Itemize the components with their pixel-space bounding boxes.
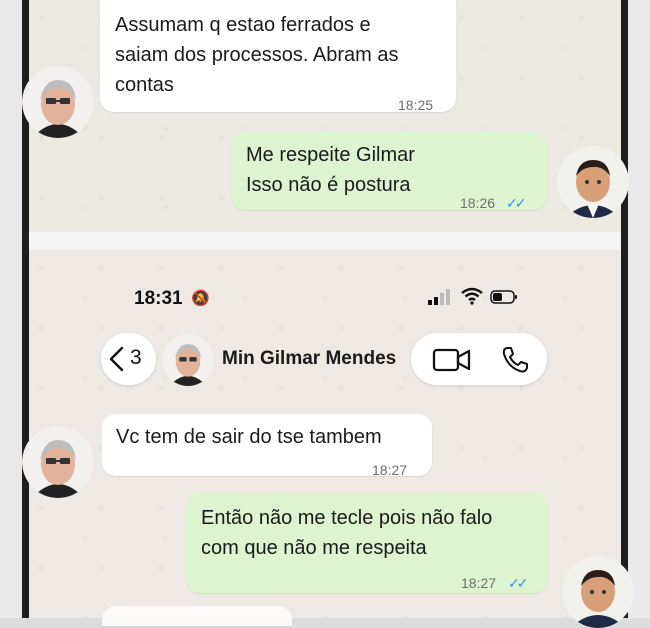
unread-count: 3 [130, 346, 142, 369]
contact-name[interactable]: Min Gilmar Mendes [222, 348, 396, 370]
panel-divider [29, 232, 621, 250]
message-bubble-incoming[interactable]: Vc tem de sair do tse tambem 18:27 [102, 414, 432, 478]
signal-icon [428, 289, 450, 305]
phone-call-icon[interactable] [500, 345, 530, 375]
message-bubble-incoming[interactable]: Assumam q estao ferrados e saiam dos pro… [100, 0, 456, 113]
phone-frame-left [0, 0, 22, 618]
read-receipt-icon: ✓✓ [508, 575, 529, 591]
bell-mute-icon: 🔕 [191, 290, 210, 307]
battery-icon [490, 290, 517, 304]
chevron-left-icon [109, 346, 124, 372]
message-text: Vc tem de sair do tse tambem [116, 426, 382, 448]
status-bar-time: 18:31 [134, 288, 183, 309]
wifi-icon [461, 287, 483, 305]
message-text: Assumam q estao ferrados e saiam dos pro… [115, 14, 399, 96]
read-receipt-icon: ✓✓ [506, 195, 527, 211]
message-text: Me respeite Gilmar Isso não é postura [246, 144, 415, 196]
message-time: 18:27 [461, 575, 497, 591]
message-time: 18:27 [372, 462, 408, 478]
phone-frame-right [628, 0, 650, 618]
message-bubble-outgoing[interactable]: Então não me tecle pois não falo com que… [186, 493, 548, 593]
contact-avatar[interactable] [162, 334, 214, 386]
avatar-user [557, 146, 629, 218]
video-call-icon[interactable] [432, 347, 472, 373]
phone-bezel-right [621, 0, 628, 618]
message-text: Então não me tecle pois não falo com que… [201, 507, 493, 559]
message-bubble-partial [102, 606, 292, 626]
avatar-gilmar [22, 426, 94, 498]
message-time: 18:25 [398, 97, 434, 113]
message-bubble-outgoing[interactable]: Me respeite Gilmar Isso não é postura 18… [231, 132, 547, 211]
avatar-gilmar [22, 66, 94, 138]
avatar-user [562, 556, 634, 628]
message-time: 18:26 [460, 195, 496, 211]
